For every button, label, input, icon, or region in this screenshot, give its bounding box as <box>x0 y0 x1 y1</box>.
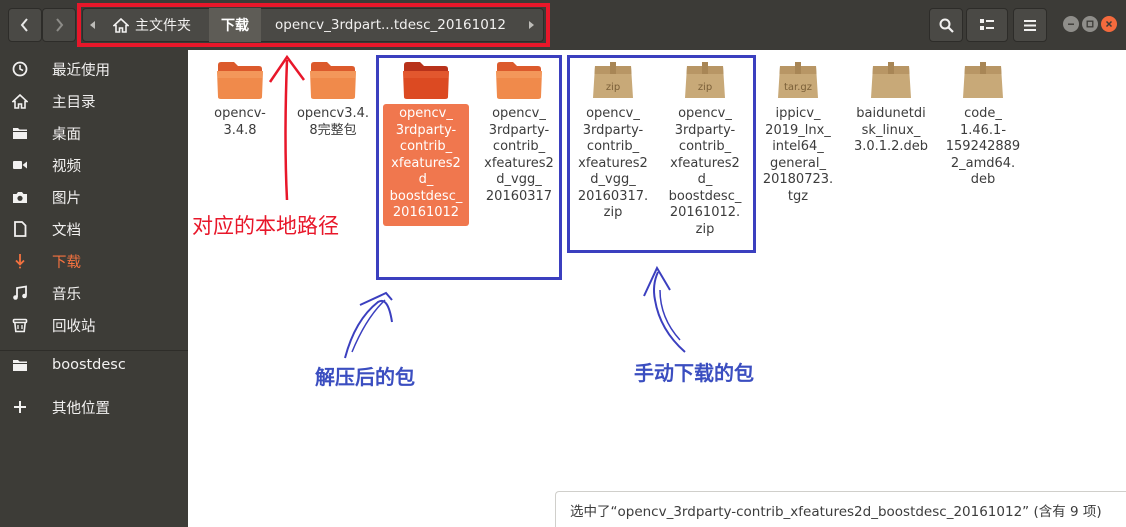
annotation-arrows <box>268 54 686 359</box>
status-text: 选中了“opencv_3rdparty-contrib_xfeatures2d_… <box>570 503 1102 520</box>
blue-arrow-manual <box>643 265 686 353</box>
status-bar: 选中了“opencv_3rdparty-contrib_xfeatures2d_… <box>555 491 1126 527</box>
blue-arrow-extracted <box>344 291 393 359</box>
red-arrow <box>268 54 306 201</box>
